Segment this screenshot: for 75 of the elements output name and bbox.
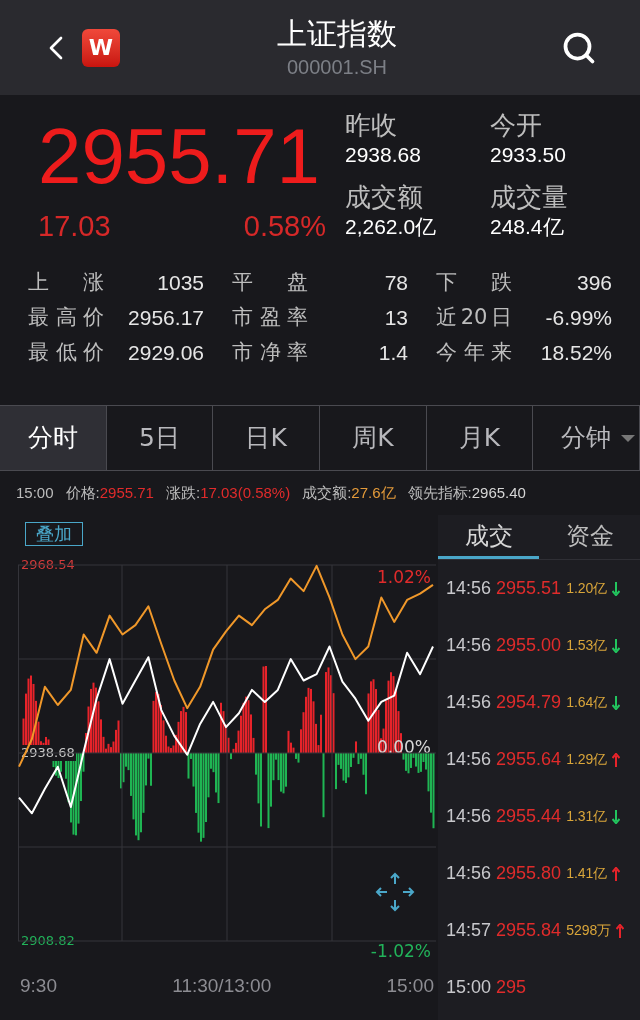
stock-code: 000001.SH <box>286 54 388 80</box>
trade-time: 15:00 <box>446 976 492 999</box>
trade-price: 2955.84 <box>496 919 562 942</box>
trade-amount: 1.53亿 <box>566 636 608 655</box>
stat-value: -6.99% <box>545 305 612 332</box>
chart-tab[interactable]: 分时 <box>0 406 107 470</box>
trade-price: 295 <box>496 976 527 999</box>
trade-time: 14:56 <box>446 862 492 885</box>
time-axis-label: 9:30 <box>20 974 57 999</box>
stat-label: 今年来 <box>436 339 512 367</box>
field-value: 2,262.0亿 <box>345 213 438 240</box>
field-label: 今开 <box>490 109 543 141</box>
current-price: 2955.71 <box>38 111 321 202</box>
trade-time: 14:57 <box>446 919 492 942</box>
stat-value: 1.4 <box>378 340 408 367</box>
trade-price: 2955.64 <box>496 748 562 771</box>
price-change: 17.03 <box>38 209 111 244</box>
info-item: 涨跌:17.03(0.58%) <box>165 482 291 503</box>
trade-amount: 1.20亿 <box>566 579 608 598</box>
stat-value: 1035 <box>157 270 204 297</box>
stat-label: 近20日 <box>436 304 512 332</box>
trade-price: 2954.79 <box>496 691 562 714</box>
stat-label: 最低价 <box>28 339 104 367</box>
trade-price: 2955.51 <box>496 577 562 600</box>
app-logo: W <box>82 28 120 67</box>
trade-time: 14:56 <box>446 691 492 714</box>
stat-label: 最高价 <box>28 304 104 332</box>
stat-value: 2956.17 <box>128 305 204 332</box>
trade-price: 2955.00 <box>496 634 562 657</box>
field-label: 成交额 <box>345 180 424 213</box>
field-label: 昨收 <box>345 109 398 141</box>
change-percent: 0.58% <box>243 209 326 244</box>
percent-label: -1.02% <box>369 941 432 961</box>
trade-amount: 5298万 <box>566 921 612 940</box>
info-item: 成交额:27.6亿 <box>302 482 396 503</box>
field-label: 成交量 <box>490 180 569 213</box>
stat-value: 18.52% <box>540 340 612 367</box>
info-item: 15:00 <box>16 482 54 503</box>
field-value: 248.4亿 <box>490 213 565 240</box>
trade-amount: 1.41亿 <box>566 864 608 883</box>
stat-value: 78 <box>384 270 408 297</box>
stat-label: 市盈率 <box>232 304 308 332</box>
trade-price: 2955.80 <box>496 862 562 885</box>
expand-icon[interactable] <box>374 871 416 913</box>
trade-amount: 1.31亿 <box>566 807 608 826</box>
stat-label: 市净率 <box>232 339 308 367</box>
stat-value: 2929.06 <box>128 340 204 367</box>
trade-tab[interactable]: 成交 <box>438 515 539 559</box>
chart-tab[interactable]: 5日 <box>106 406 214 470</box>
chart-tab[interactable]: 日K <box>213 406 320 470</box>
stat-value: 396 <box>576 270 612 297</box>
trade-tab[interactable]: 资金 <box>539 515 640 559</box>
stat-label: 平 盘 <box>232 269 308 297</box>
stat-label: 上 涨 <box>28 269 104 297</box>
stat-label: 下 跌 <box>436 269 512 297</box>
trade-time: 14:56 <box>446 577 492 600</box>
trade-time: 14:56 <box>446 748 492 771</box>
time-axis-label: 15:00 <box>386 974 434 999</box>
trade-amount: 1.29亿 <box>566 750 608 769</box>
time-axis-label: 11:30/13:00 <box>172 974 272 999</box>
info-item: 领先指标:2965.40 <box>407 482 526 503</box>
trade-amount: 1.64亿 <box>566 693 608 712</box>
percent-label: 1.02% <box>376 567 432 587</box>
field-value: 2938.68 <box>345 142 422 168</box>
chart-tab[interactable]: 周K <box>320 406 427 470</box>
info-item: 价格:2955.71 <box>65 482 154 503</box>
trade-time: 14:56 <box>446 805 492 828</box>
chart-tab[interactable]: 分钟 <box>533 406 640 470</box>
chart-tab[interactable]: 月K <box>426 406 534 470</box>
overlay-button[interactable]: 叠加 <box>25 522 83 546</box>
stat-value: 13 <box>384 305 408 332</box>
page-title: 上证指数 <box>277 14 397 53</box>
trade-time: 14:56 <box>446 634 492 657</box>
trade-price: 2955.44 <box>496 805 562 828</box>
field-value: 2933.50 <box>490 142 567 168</box>
